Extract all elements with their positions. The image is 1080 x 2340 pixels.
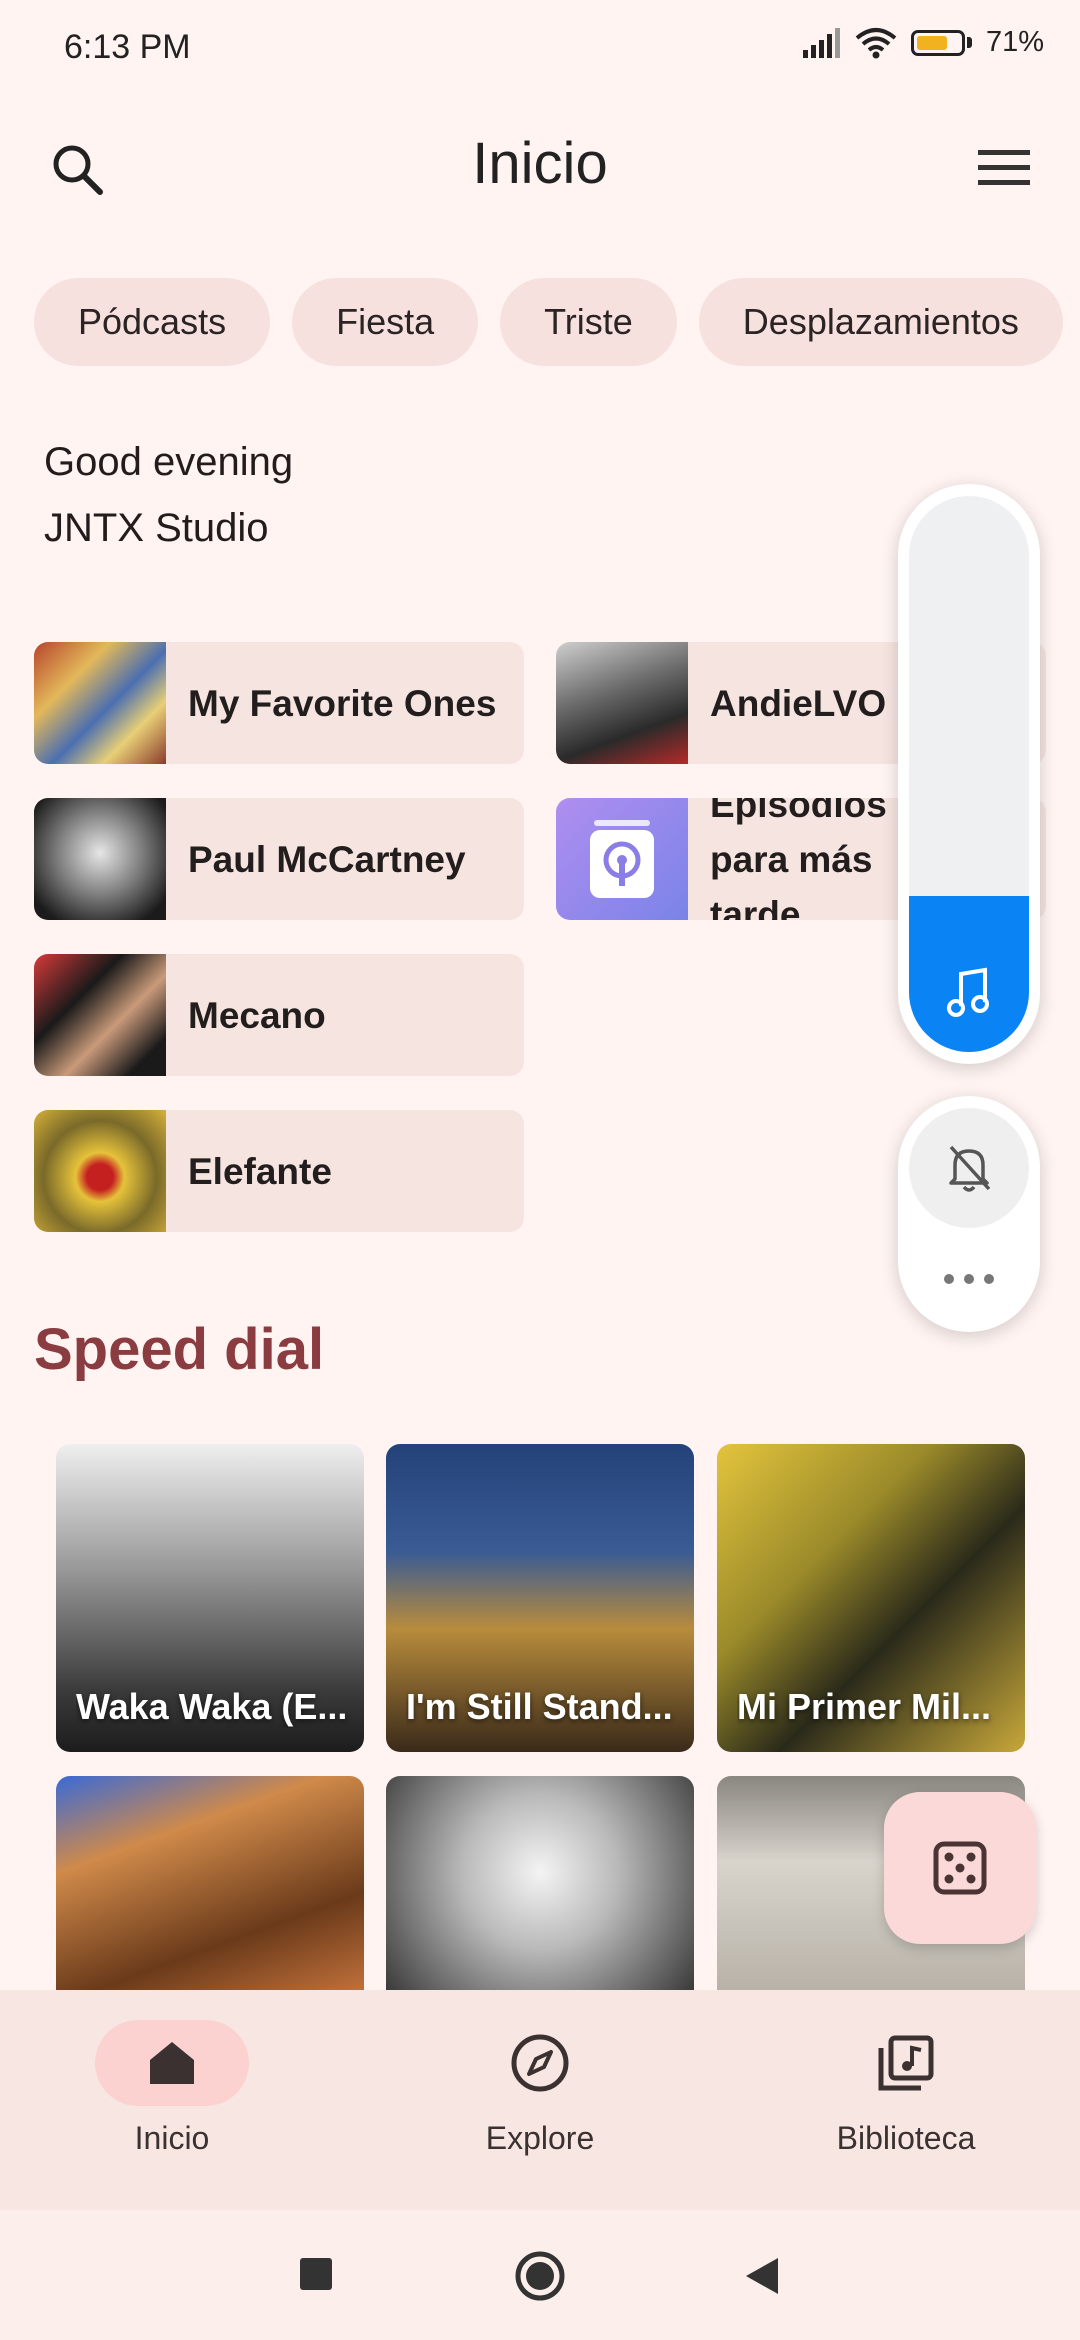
nav-indicator (463, 2020, 617, 2106)
status-time: 6:13 PM (64, 28, 191, 66)
speed-dial-card[interactable] (386, 1776, 694, 1990)
nav-label: Inicio (134, 2120, 210, 2156)
menu-icon[interactable] (976, 146, 1032, 190)
artist-photo (556, 642, 688, 764)
quick-pick-mecano[interactable]: Mecano (34, 954, 524, 1076)
page-title: Inicio (472, 131, 608, 196)
tile-label: AndieLVO (710, 682, 887, 724)
card-label: Waka Waka (E... (76, 1686, 348, 1727)
speed-dial-card[interactable]: I'm Still Stand... (386, 1444, 694, 1752)
section-title: Speed dial (34, 1317, 325, 1382)
home-button[interactable] (514, 2250, 566, 2302)
library-icon (878, 2035, 934, 2091)
album-art (34, 1110, 166, 1232)
dice-icon (933, 1841, 987, 1895)
tile-label: Mecano (188, 994, 326, 1036)
status-icons: 71% (801, 26, 1044, 59)
album-art (34, 642, 166, 764)
tile-label: Episodios para más tarde (710, 798, 887, 920)
nav-biblioteca[interactable]: Biblioteca (776, 2020, 1036, 2157)
account-name: JNTX Studio (44, 506, 269, 550)
mood-chips: Pódcasts Fiesta Triste Desplazamientos (34, 278, 1063, 366)
volume-panel (898, 484, 1040, 1064)
card-label: Mi Primer Mil... (737, 1686, 992, 1727)
nav-indicator (829, 2020, 983, 2106)
chip-podcasts[interactable]: Pódcasts (34, 278, 271, 366)
bottom-navigation: Inicio Explore Biblioteca (0, 1990, 1080, 2210)
tile-label: Elefante (188, 1150, 332, 1192)
podcast-icon (590, 820, 654, 898)
recents-button[interactable] (300, 2258, 332, 2290)
system-navigation (0, 2210, 1080, 2340)
artist-photo (34, 798, 166, 920)
nav-label: Biblioteca (836, 2120, 976, 2156)
speed-dial-card[interactable] (56, 1776, 364, 1990)
home-icon (150, 2042, 194, 2084)
wifi-icon (855, 27, 897, 58)
artist-photo (34, 954, 166, 1076)
chip-fiesta[interactable]: Fiesta (292, 278, 479, 366)
compass-icon (511, 2034, 569, 2092)
nav-explore[interactable]: Explore (410, 2020, 670, 2157)
ringer-panel (898, 1096, 1040, 1332)
nav-inicio[interactable]: Inicio (42, 2020, 302, 2157)
battery-icon (910, 29, 972, 56)
bell-off-icon (949, 1145, 991, 1192)
nav-label: Explore (485, 2120, 595, 2156)
tile-label: Paul McCartney (188, 838, 466, 880)
chip-desplazamientos[interactable]: Desplazamientos (698, 278, 1063, 366)
speed-dial-card[interactable]: Waka Waka (E... (56, 1444, 364, 1752)
tile-label: My Favorite Ones (188, 682, 497, 724)
signal-icon (802, 27, 840, 58)
episodes-art (556, 798, 688, 920)
quick-pick-elefante[interactable]: Elefante (34, 1110, 524, 1232)
greeting: Good evening (44, 440, 294, 484)
back-button[interactable] (742, 2254, 782, 2298)
speed-dial-card[interactable]: Mi Primer Mil... (717, 1444, 1025, 1752)
quick-pick-my-favorite-ones[interactable]: My Favorite Ones (34, 642, 524, 764)
card-label: I'm Still Stand... (406, 1686, 673, 1727)
shuffle-fab[interactable] (884, 1792, 1036, 1944)
chip-triste[interactable]: Triste (500, 278, 677, 366)
music-note-icon (947, 967, 989, 1017)
more-options-icon[interactable] (943, 1272, 995, 1286)
volume-slider[interactable] (909, 496, 1029, 1052)
ringer-toggle[interactable] (909, 1108, 1029, 1228)
nav-indicator (95, 2020, 249, 2106)
quick-pick-paul-mccartney[interactable]: Paul McCartney (34, 798, 524, 920)
battery-percent: 71% (985, 26, 1044, 58)
